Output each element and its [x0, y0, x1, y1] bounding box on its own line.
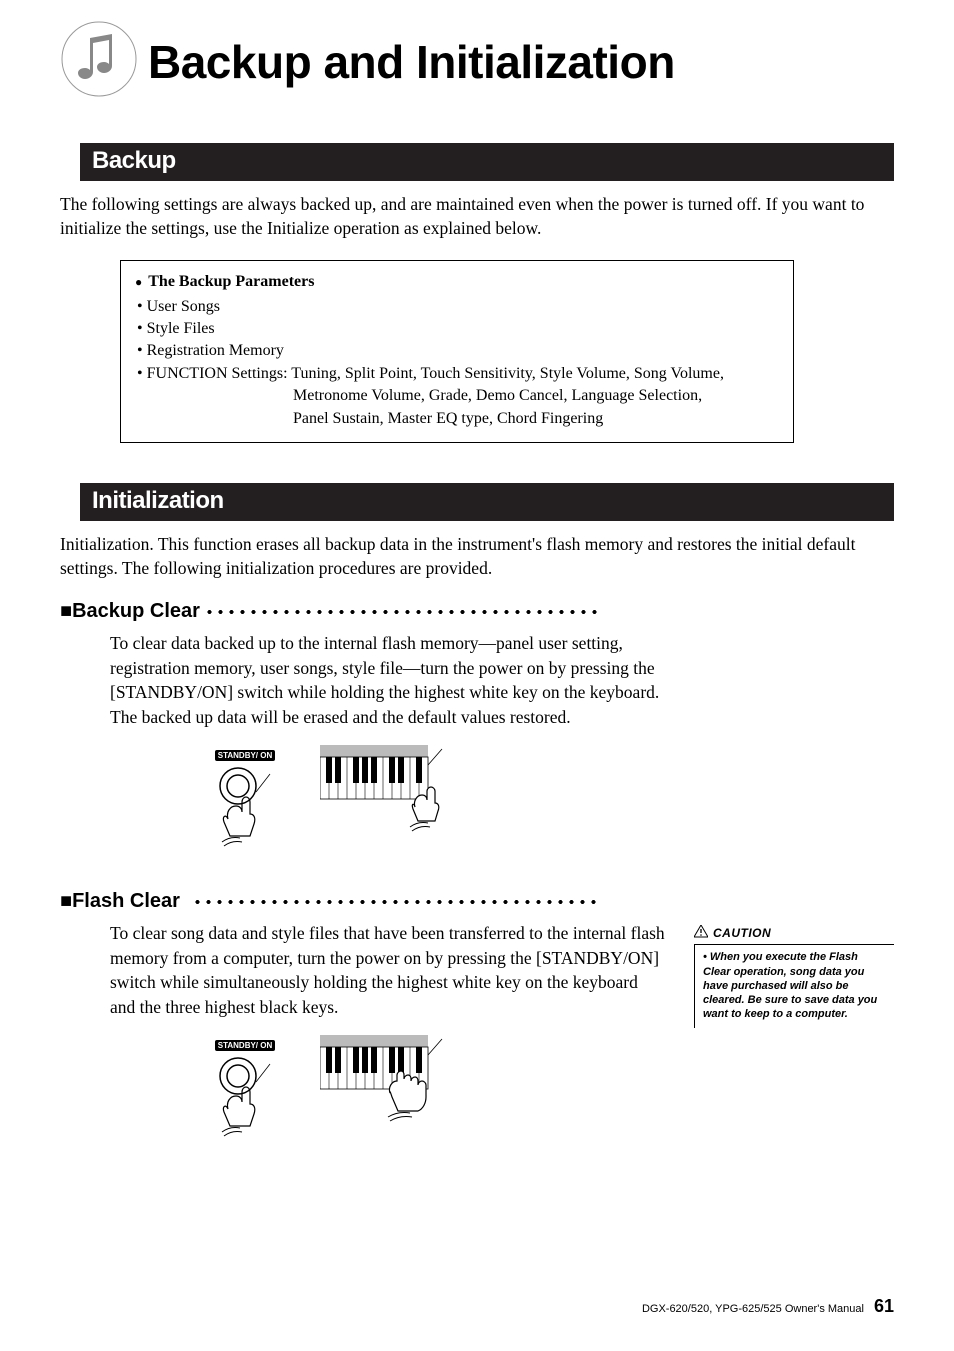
param-item: • User Songs [137, 296, 779, 318]
param-func-line: Panel Sustain, Master EQ type, Chord Fin… [293, 408, 779, 430]
dot-leader [204, 609, 599, 615]
flash-clear-heading: ■Flash Clear [60, 890, 894, 913]
param-func-label: FUNCTION Settings: [147, 365, 288, 382]
warning-icon [694, 925, 708, 941]
bullet-icon: ● [135, 274, 142, 291]
initialization-heading: Initialization [80, 483, 894, 521]
bullet: • [703, 951, 707, 963]
page-number: 61 [874, 1296, 894, 1317]
page-footer: DGX-620/520, YPG-625/525 Owner's Manual … [642, 1296, 894, 1317]
caution-label: CAUTION [713, 926, 771, 940]
keyboard-diagram [320, 745, 450, 860]
backup-heading: Backup [80, 143, 894, 181]
page-title: Backup and Initialization [148, 35, 675, 89]
standby-label: STANDBY/ ON [215, 750, 276, 761]
backup-clear-illustration: STANDBY/ ON [200, 745, 894, 860]
initialization-intro: Initialization. This function erases all… [60, 533, 894, 580]
caution-text: • When you execute the Flash Clear opera… [694, 944, 894, 1027]
standby-label: STANDBY/ ON [215, 1040, 276, 1051]
param-item: • Style Files [137, 318, 779, 340]
standby-button-diagram: STANDBY/ ON [200, 745, 290, 859]
standby-button-diagram: STANDBY/ ON [200, 1035, 290, 1149]
backup-clear-body: To clear data backed up to the internal … [110, 631, 665, 729]
sub-heading-label: ■Flash Clear [60, 890, 180, 913]
press-button-icon [200, 1054, 290, 1144]
param-func-line: Tuning, Split Point, Touch Sensitivity, … [291, 365, 724, 382]
sub-heading-label: ■Backup Clear [60, 600, 200, 623]
flash-clear-body: To clear song data and style files that … [110, 921, 665, 1019]
param-item: • FUNCTION Settings: Tuning, Split Point… [137, 363, 779, 385]
music-note-icon [60, 20, 138, 103]
backup-intro: The following settings are always backed… [60, 193, 894, 240]
flash-clear-illustration: STANDBY/ ON [200, 1035, 670, 1150]
keyboard-diagram [320, 1035, 450, 1150]
page-header: Backup and Initialization [60, 20, 894, 103]
param-func-line: Metronome Volume, Grade, Demo Cancel, La… [293, 385, 779, 407]
caution-body-text: When you execute the Flash Clear operati… [703, 951, 877, 1020]
param-item: • Registration Memory [137, 340, 779, 362]
backup-clear-heading: ■Backup Clear [60, 600, 894, 623]
press-button-icon [200, 764, 290, 854]
caution-box: CAUTION • When you execute the Flash Cle… [694, 925, 894, 1027]
dot-leader [192, 899, 597, 905]
backup-parameters-box: ● The Backup Parameters • User Songs • S… [120, 260, 794, 443]
backup-box-title: The Backup Parameters [148, 271, 314, 293]
param-label: User Songs [147, 298, 220, 315]
param-label: Style Files [147, 320, 215, 337]
param-label: Registration Memory [147, 342, 284, 359]
footer-text: DGX-620/520, YPG-625/525 Owner's Manual [642, 1303, 864, 1315]
